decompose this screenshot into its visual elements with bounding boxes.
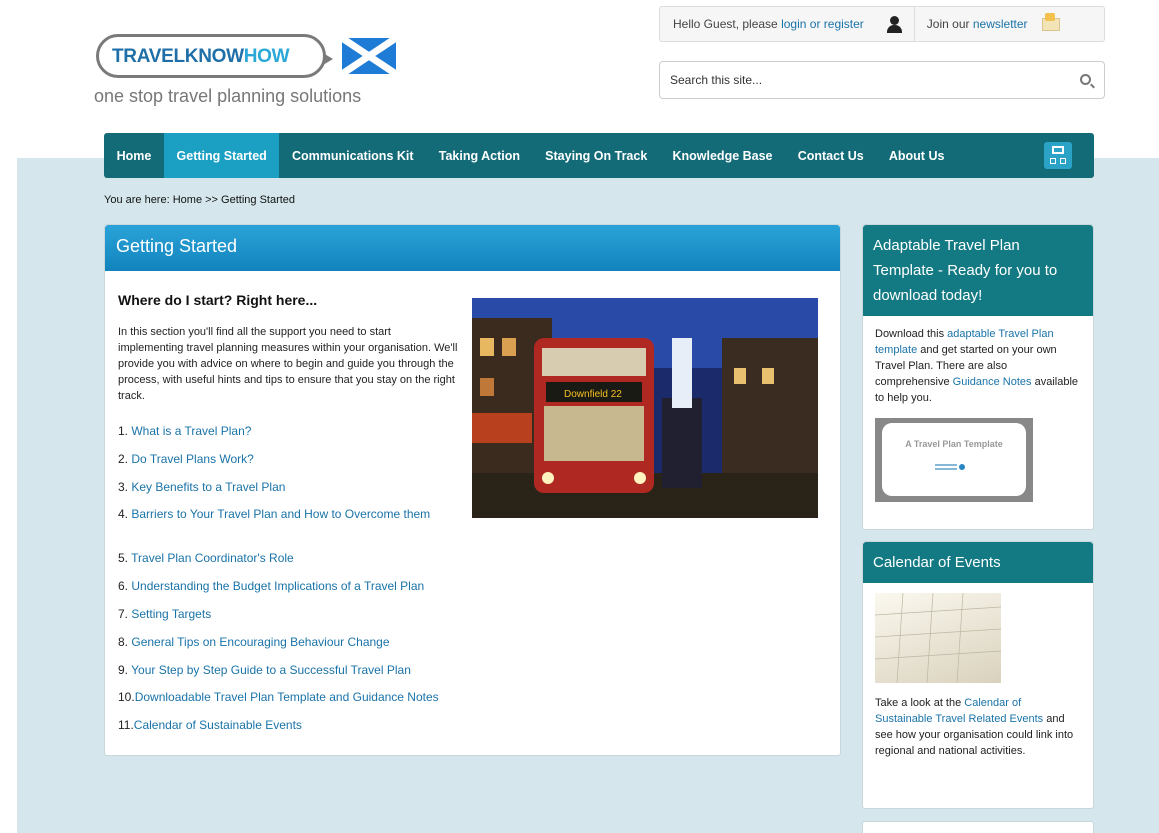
search-input[interactable]: [660, 62, 1060, 98]
topic-link[interactable]: General Tips on Encouraging Behaviour Ch…: [131, 635, 389, 649]
site-search: [659, 61, 1105, 99]
page-title: Getting Started: [105, 225, 840, 271]
topic-link[interactable]: Setting Targets: [131, 607, 211, 621]
site-logo[interactable]: TRAVELKNOWHOW one stop travel planning s…: [94, 28, 404, 108]
calendar-image: [874, 592, 1002, 684]
main-nav: Home Getting Started Communications Kit …: [104, 133, 1094, 178]
list-item: 8. General Tips on Encouraging Behaviour…: [118, 634, 468, 662]
topic-number: 11.: [118, 718, 134, 733]
list-item: 5. Travel Plan Coordinator's Role: [118, 550, 468, 578]
calendar-text: Take a look at the: [875, 697, 962, 709]
template-promo-title: Adaptable Travel Plan Template - Ready f…: [863, 225, 1093, 316]
nav-knowledge-base[interactable]: Knowledge Base: [660, 133, 785, 178]
list-item: 11.Calendar of Sustainable Events: [118, 717, 468, 745]
login-prompt: Hello Guest, please login or register: [660, 17, 864, 31]
main-content-panel: Getting Started Where do I start? Right …: [104, 224, 841, 756]
newsletter-link[interactable]: newsletter: [973, 17, 1028, 31]
bus-photo-illustration: Downfield 22: [472, 298, 818, 518]
sidebar-next-box: [862, 821, 1094, 833]
template-promo-body: Download this adaptable Travel Plan temp…: [863, 316, 1093, 512]
logo-wordmark: TRAVELKNOWHOW: [112, 46, 290, 67]
topic-number: 8.: [118, 634, 129, 649]
guidance-notes-link[interactable]: Guidance Notes: [953, 376, 1032, 388]
bus-photo: Downfield 22: [472, 298, 818, 518]
breadcrumb-separator: >>: [205, 194, 218, 206]
breadcrumb-prefix: You are here:: [104, 194, 170, 206]
topic-number: 9.: [118, 662, 129, 677]
user-icon[interactable]: [884, 14, 904, 34]
newsletter-prefix: Join our: [926, 17, 970, 31]
list-item: 9. Your Step by Step Guide to a Successf…: [118, 662, 468, 690]
calendar-box: Calendar of Events Take a look at the Ca…: [862, 541, 1094, 809]
greeting-text: Hello Guest, please: [673, 17, 778, 31]
list-item: 10.Downloadable Travel Plan Template and…: [118, 689, 468, 717]
topic-number: 1.: [118, 424, 129, 438]
sitemap-icon[interactable]: [1044, 142, 1072, 169]
topic-list: 1. What is a Travel Plan? 2. Do Travel P…: [118, 423, 468, 745]
nav-about-us[interactable]: About Us: [876, 133, 957, 178]
newsletter-prompt: Join our newsletter: [915, 17, 1028, 31]
nav-home[interactable]: Home: [104, 133, 164, 178]
topic-link[interactable]: Travel Plan Coordinator's Role: [131, 551, 294, 565]
list-item: 3. Key Benefits to a Travel Plan: [118, 479, 468, 507]
topic-number: 4.: [118, 507, 129, 522]
topic-number: 10.: [118, 690, 135, 705]
login-register-link[interactable]: login or register: [781, 17, 864, 31]
topic-link[interactable]: Do Travel Plans Work?: [131, 452, 254, 466]
intro-paragraph: In this section you'll find all the supp…: [118, 326, 458, 402]
topic-number: 7.: [118, 606, 129, 621]
topic-number: 5.: [118, 551, 129, 566]
search-icon[interactable]: [1080, 74, 1091, 85]
list-item: 7. Setting Targets: [118, 606, 468, 634]
topic-number: 6.: [118, 579, 129, 594]
nav-staying-on-track[interactable]: Staying On Track: [533, 133, 660, 178]
topic-link[interactable]: Downloadable Travel Plan Template and Gu…: [135, 690, 439, 704]
calendar-title: Calendar of Events: [863, 542, 1093, 583]
breadcrumb-home-link[interactable]: Home: [173, 194, 202, 206]
topic-link[interactable]: Key Benefits to a Travel Plan: [131, 480, 285, 494]
newsletter-envelope-icon[interactable]: [1041, 12, 1060, 31]
promo-text: Download this: [875, 328, 945, 340]
calendar-body: Take a look at the Calendar of Sustainab…: [863, 583, 1093, 769]
template-promo-box: Adaptable Travel Plan Template - Ready f…: [862, 224, 1094, 530]
list-item: 4. Barriers to Your Travel Plan and How …: [118, 506, 468, 550]
topic-link[interactable]: Understanding the Budget Implications of…: [131, 579, 424, 593]
section-heading: Where do I start? Right here...: [118, 292, 318, 308]
nav-communications-kit[interactable]: Communications Kit: [279, 133, 426, 178]
breadcrumb-current: Getting Started: [221, 194, 296, 206]
bus-destination-sign: Downfield 22: [564, 389, 622, 400]
user-bar: Hello Guest, please login or register Jo…: [659, 6, 1105, 42]
template-thumbnail[interactable]: A Travel Plan Template: [875, 418, 1033, 502]
scotland-flag-icon: [342, 38, 396, 74]
thumbnail-decoration: [935, 464, 957, 470]
topic-link[interactable]: What is a Travel Plan?: [131, 424, 251, 438]
topic-number: 2.: [118, 451, 129, 466]
nav-getting-started[interactable]: Getting Started: [163, 133, 280, 178]
breadcrumb: You are here: Home >> Getting Started: [104, 194, 295, 206]
template-thumbnail-title: A Travel Plan Template: [905, 439, 1003, 449]
calendar-grid-illustration: [874, 592, 1002, 684]
thumbnail-dot: [959, 464, 965, 470]
list-item: 2. Do Travel Plans Work?: [118, 451, 468, 479]
topic-link[interactable]: Barriers to Your Travel Plan and How to …: [131, 507, 430, 521]
template-thumbnail-card: A Travel Plan Template: [882, 423, 1026, 496]
topic-link[interactable]: Your Step by Step Guide to a Successful …: [131, 663, 411, 677]
nav-contact-us[interactable]: Contact Us: [785, 133, 876, 178]
list-item: 1. What is a Travel Plan?: [118, 423, 468, 451]
logo-tagline: one stop travel planning solutions: [94, 86, 362, 106]
topic-link[interactable]: Calendar of Sustainable Events: [134, 718, 302, 732]
topic-number: 3.: [118, 479, 129, 494]
nav-taking-action[interactable]: Taking Action: [426, 133, 532, 178]
list-item: 6. Understanding the Budget Implications…: [118, 578, 468, 606]
